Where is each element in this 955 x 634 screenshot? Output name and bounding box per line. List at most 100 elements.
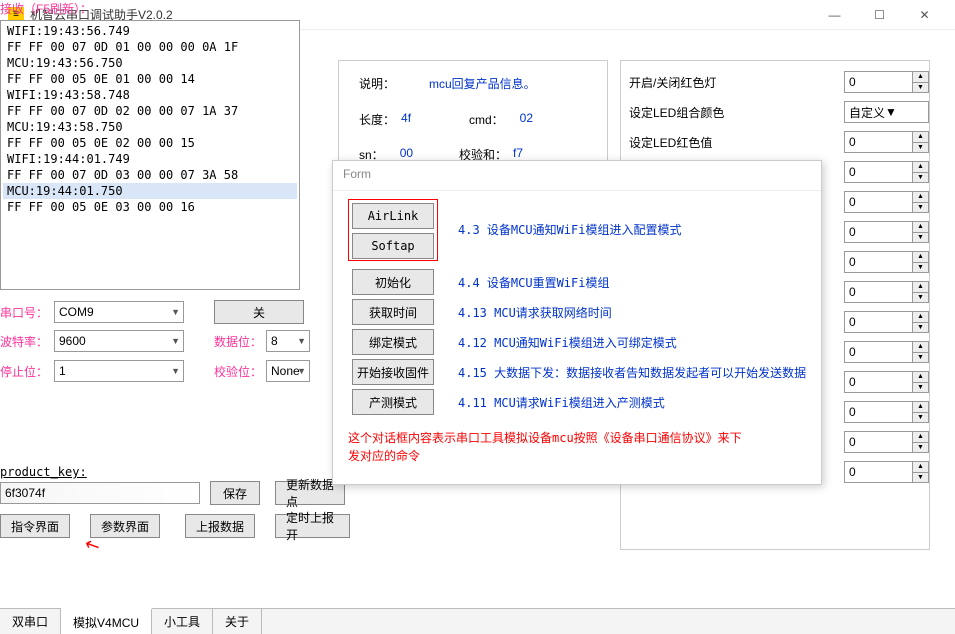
spin-down-icon[interactable]: ▼ [912,233,928,243]
log-line[interactable]: FF FF 00 07 0D 02 00 00 07 1A 37 [3,103,297,119]
log-line[interactable]: WIFI:19:43:56.749 [3,23,297,39]
spin-down-icon[interactable]: ▼ [912,203,928,213]
form-button-开始接收固件[interactable]: 开始接收固件 [352,359,434,385]
chevron-down-icon: ▼ [297,366,306,376]
spin-up-icon[interactable]: ▲ [912,282,928,293]
param-view-button[interactable]: 参数界面 [90,514,160,538]
form-link[interactable]: 4.3 设备MCU通知WiFi模组进入配置模式 [458,221,818,238]
form-link[interactable]: 4.11 MCU请求WiFi模组进入产测模式 [458,394,818,411]
form-link[interactable]: 4.12 MCU通知WiFi模组进入可绑定模式 [458,334,818,351]
log-line[interactable]: FF FF 00 07 0D 01 00 00 00 0A 1F [3,39,297,55]
maximize-button[interactable]: ☐ [857,0,902,30]
log-line[interactable]: MCU:19:43:56.750 [3,55,297,71]
param-spinner[interactable]: 0▲▼ [844,461,929,483]
spin-up-icon[interactable]: ▲ [912,252,928,263]
baud-label: 波特率： [0,333,50,350]
param-label: 设定LED组合颜色 [629,104,844,121]
form-button-获取时间[interactable]: 获取时间 [352,299,434,325]
param-spinner[interactable]: 0▲▼ [844,401,929,423]
spin-down-icon[interactable]: ▼ [912,413,928,423]
spin-up-icon[interactable]: ▲ [912,402,928,413]
param-spinner[interactable]: 0▲▼ [844,191,929,213]
form-dialog-title: Form [333,161,821,191]
param-row: 设定LED红色值0▲▼ [621,127,929,157]
param-combo[interactable]: 自定义▼ [844,101,929,123]
spin-up-icon[interactable]: ▲ [912,432,928,443]
spin-down-icon[interactable]: ▼ [912,173,928,183]
spin-down-icon[interactable]: ▼ [912,143,928,153]
save-button[interactable]: 保存 [210,481,260,505]
receive-label: 接收（F5刷新）： [0,0,92,17]
minimize-button[interactable]: — [812,0,857,30]
databit-combo[interactable]: 8▼ [266,330,310,352]
spin-down-icon[interactable]: ▼ [912,293,928,303]
param-spinner[interactable]: 0▲▼ [844,131,929,153]
form-link[interactable]: 4.15 大数据下发：数据接收者告知数据发起者可以开始发送数据 [458,364,818,381]
log-line[interactable]: WIFI:19:44:01.749 [3,151,297,167]
param-row: 设定LED组合颜色自定义▼ [621,97,929,127]
form-button-softap[interactable]: Softap [352,233,434,259]
param-spinner[interactable]: 0▲▼ [844,221,929,243]
log-line[interactable]: FF FF 00 05 0E 02 00 00 15 [3,135,297,151]
param-spinner[interactable]: 0▲▼ [844,281,929,303]
spin-down-icon[interactable]: ▼ [912,443,928,453]
form-link[interactable]: 4.13 MCU请求获取网络时间 [458,304,818,321]
log-line[interactable]: FF FF 00 05 0E 01 00 00 14 [3,71,297,87]
spin-down-icon[interactable]: ▼ [912,473,928,483]
spin-up-icon[interactable]: ▲ [912,132,928,143]
param-spinner[interactable]: 0▲▼ [844,341,929,363]
spin-down-icon[interactable]: ▼ [912,83,928,93]
form-dialog: Form AirLinkSoftap初始化获取时间绑定模式开始接收固件产测模式 … [332,160,822,485]
log-listbox[interactable]: WIFI:19:43:56.749FF FF 00 07 0D 01 00 00… [0,20,300,290]
bottom-tabs: 双串口模拟V4MCU小工具关于 [0,608,955,634]
port-toggle-button[interactable]: 关 [214,300,304,324]
spin-up-icon[interactable]: ▲ [912,72,928,83]
port-combo[interactable]: COM9▼ [54,301,184,323]
log-line[interactable]: WIFI:19:43:58.748 [3,87,297,103]
tab-1[interactable]: 模拟V4MCU [61,608,152,634]
log-line[interactable]: FF FF 00 05 0E 03 00 00 16 [3,199,297,215]
form-link[interactable]: 4.4 设备MCU重置WiFi模组 [458,274,818,291]
spin-down-icon[interactable]: ▼ [912,353,928,363]
param-spinner[interactable]: 0▲▼ [844,311,929,333]
log-line[interactable]: MCU:19:44:01.750 [3,183,297,199]
param-spinner[interactable]: 0▲▼ [844,371,929,393]
stopbit-combo[interactable]: 1▼ [54,360,184,382]
form-button-产测模式[interactable]: 产测模式 [352,389,434,415]
close-button[interactable]: ✕ [902,0,947,30]
param-label: 开启/关闭红色灯 [629,74,844,91]
spin-down-icon[interactable]: ▼ [912,383,928,393]
product-key-input[interactable] [0,482,200,504]
spin-down-icon[interactable]: ▼ [912,263,928,273]
cmd-view-button[interactable]: 指令界面 [0,514,70,538]
spin-up-icon[interactable]: ▲ [912,372,928,383]
spin-up-icon[interactable]: ▲ [912,462,928,473]
param-label: 设定LED红色值 [629,134,844,151]
tab-3[interactable]: 关于 [213,609,262,634]
spin-up-icon[interactable]: ▲ [912,312,928,323]
spin-up-icon[interactable]: ▲ [912,162,928,173]
spin-up-icon[interactable]: ▲ [912,222,928,233]
form-button-airlink[interactable]: AirLink [352,203,434,229]
tab-2[interactable]: 小工具 [152,609,213,634]
spin-down-icon[interactable]: ▼ [912,323,928,333]
param-spinner[interactable]: 0▲▼ [844,251,929,273]
form-button-绑定模式[interactable]: 绑定模式 [352,329,434,355]
tab-0[interactable]: 双串口 [0,609,61,634]
param-spinner[interactable]: 0▲▼ [844,161,929,183]
param-spinner[interactable]: 0▲▼ [844,431,929,453]
baud-combo[interactable]: 9600▼ [54,330,184,352]
chevron-down-icon: ▼ [885,105,897,119]
chevron-down-icon: ▼ [297,336,306,346]
form-button-初始化[interactable]: 初始化 [352,269,434,295]
checkbit-combo[interactable]: None▼ [266,360,310,382]
spin-up-icon[interactable]: ▲ [912,192,928,203]
report-data-button[interactable]: 上报数据 [185,514,255,538]
chevron-down-icon: ▼ [171,307,180,317]
param-spinner[interactable]: 0▲▼ [844,71,929,93]
product-key-label: product_key: [0,465,87,479]
log-line[interactable]: FF FF 00 07 0D 03 00 00 07 3A 58 [3,167,297,183]
log-line[interactable]: MCU:19:43:58.750 [3,119,297,135]
spin-up-icon[interactable]: ▲ [912,342,928,353]
chevron-down-icon: ▼ [171,336,180,346]
